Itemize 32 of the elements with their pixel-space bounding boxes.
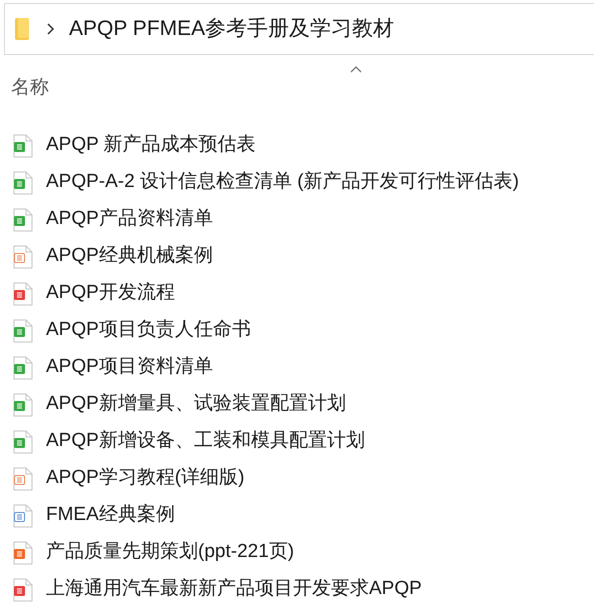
presentation-file-icon [13, 466, 33, 490]
folder-path[interactable]: APQP PFMEA参考手册及学习教材 [69, 13, 394, 45]
pdf-file-icon [13, 282, 33, 306]
spreadsheet-file-icon [13, 392, 33, 416]
file-item[interactable]: APQP经典机械案例 [0, 238, 594, 275]
sort-ascending-icon[interactable] [350, 65, 362, 73]
name-column-header[interactable]: 名称 [11, 74, 49, 102]
file-item[interactable]: APQP 新产品成本预估表 [0, 127, 594, 164]
file-item[interactable]: APQP新增设备、工装和模具配置计划 [0, 423, 594, 460]
file-item[interactable]: 上海通用汽车最新新产品项目开发要求APQP [0, 571, 594, 607]
file-item[interactable]: APQP项目负责人任命书 [0, 312, 594, 349]
chevron-right-icon[interactable] [47, 23, 55, 35]
presentation-file-icon [13, 244, 33, 268]
file-item[interactable]: APQP产品资料清单 [0, 201, 594, 238]
file-item[interactable]: APQP开发流程 [0, 275, 594, 312]
spreadsheet-file-icon [13, 430, 33, 454]
file-item[interactable]: APQP项目资料清单 [0, 349, 594, 386]
file-item[interactable]: 产品质量先期策划(ppt-221页) [0, 534, 594, 571]
pdf-file-icon [13, 578, 33, 602]
presentation-file-icon [13, 540, 33, 564]
spreadsheet-file-icon [13, 318, 33, 342]
file-item[interactable]: APQP-A-2 设计信息检查清单 (新产品开发可行性评估表) [0, 164, 594, 201]
spreadsheet-file-icon [13, 208, 33, 232]
spreadsheet-file-icon [13, 134, 33, 158]
file-item[interactable]: APQP新增量具、试验装置配置计划 [0, 386, 594, 423]
folder-icon [15, 18, 29, 40]
file-item[interactable]: APQP学习教程(详细版) [0, 460, 594, 497]
file-item[interactable]: FMEA经典案例 [0, 497, 594, 534]
document-file-icon [13, 504, 33, 528]
address-bar[interactable]: APQP PFMEA参考手册及学习教材 [4, 3, 594, 55]
spreadsheet-file-icon [13, 356, 33, 380]
spreadsheet-file-icon [13, 170, 33, 194]
